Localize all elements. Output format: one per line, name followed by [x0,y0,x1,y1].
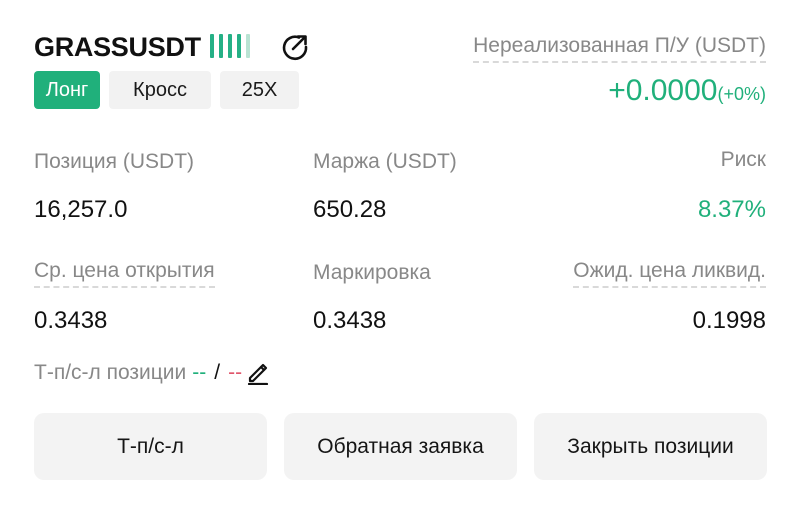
pencil-icon[interactable] [246,361,270,385]
tpsl-label: Т-п/с-л позиции [34,361,187,384]
position-size-value: 16,257.0 [34,196,128,223]
position-size-label: Позиция (USDT) [34,150,195,173]
reverse-order-button[interactable]: Обратная заявка [284,413,517,480]
signal-bar [228,34,232,58]
liquidation-price-value: 0.1998 [692,307,766,334]
mark-price-label: Маркировка [313,261,431,284]
margin-label: Маржа (USDT) [313,150,457,173]
tpsl-button[interactable]: Т-п/с-л [34,413,267,480]
signal-bar [237,34,241,58]
margin-mode-button[interactable]: Кросс [109,71,211,109]
mark-price-value: 0.3438 [313,307,387,334]
signal-bar [219,34,223,58]
unrealized-pnl-value: +0.0000(+0%) [608,74,766,108]
signal-bar [210,34,214,58]
risk-label[interactable]: Риск [721,148,766,172]
position-tpsl-row: Т-п/с-л позиции -- / -- [34,361,270,385]
liquidation-price-label[interactable]: Ожид. цена ликвид. [573,259,766,288]
risk-value: 8.37% [697,196,766,223]
share-icon[interactable] [279,31,311,63]
unrealized-pnl-label[interactable]: Нереализованная П/У (USDT) [473,34,766,63]
signal-strength-bars [210,34,250,58]
leverage-button[interactable]: 25X [220,71,299,109]
pnl-amount: +0.0000 [608,74,718,107]
avg-open-price-value: 0.3438 [34,307,108,334]
side-badge: Лонг [34,71,100,109]
close-position-button[interactable]: Закрыть позиции [534,413,767,480]
margin-value: 650.28 [313,196,387,223]
signal-bar [246,34,250,58]
pnl-percent: (+0%) [717,84,766,104]
take-profit-value: -- [192,361,207,384]
symbol-title[interactable]: GRASSUSDT [34,32,201,63]
stop-loss-value: -- [228,361,243,384]
tpsl-separator: / [214,361,221,384]
avg-open-price-label[interactable]: Ср. цена открытия [34,259,215,288]
